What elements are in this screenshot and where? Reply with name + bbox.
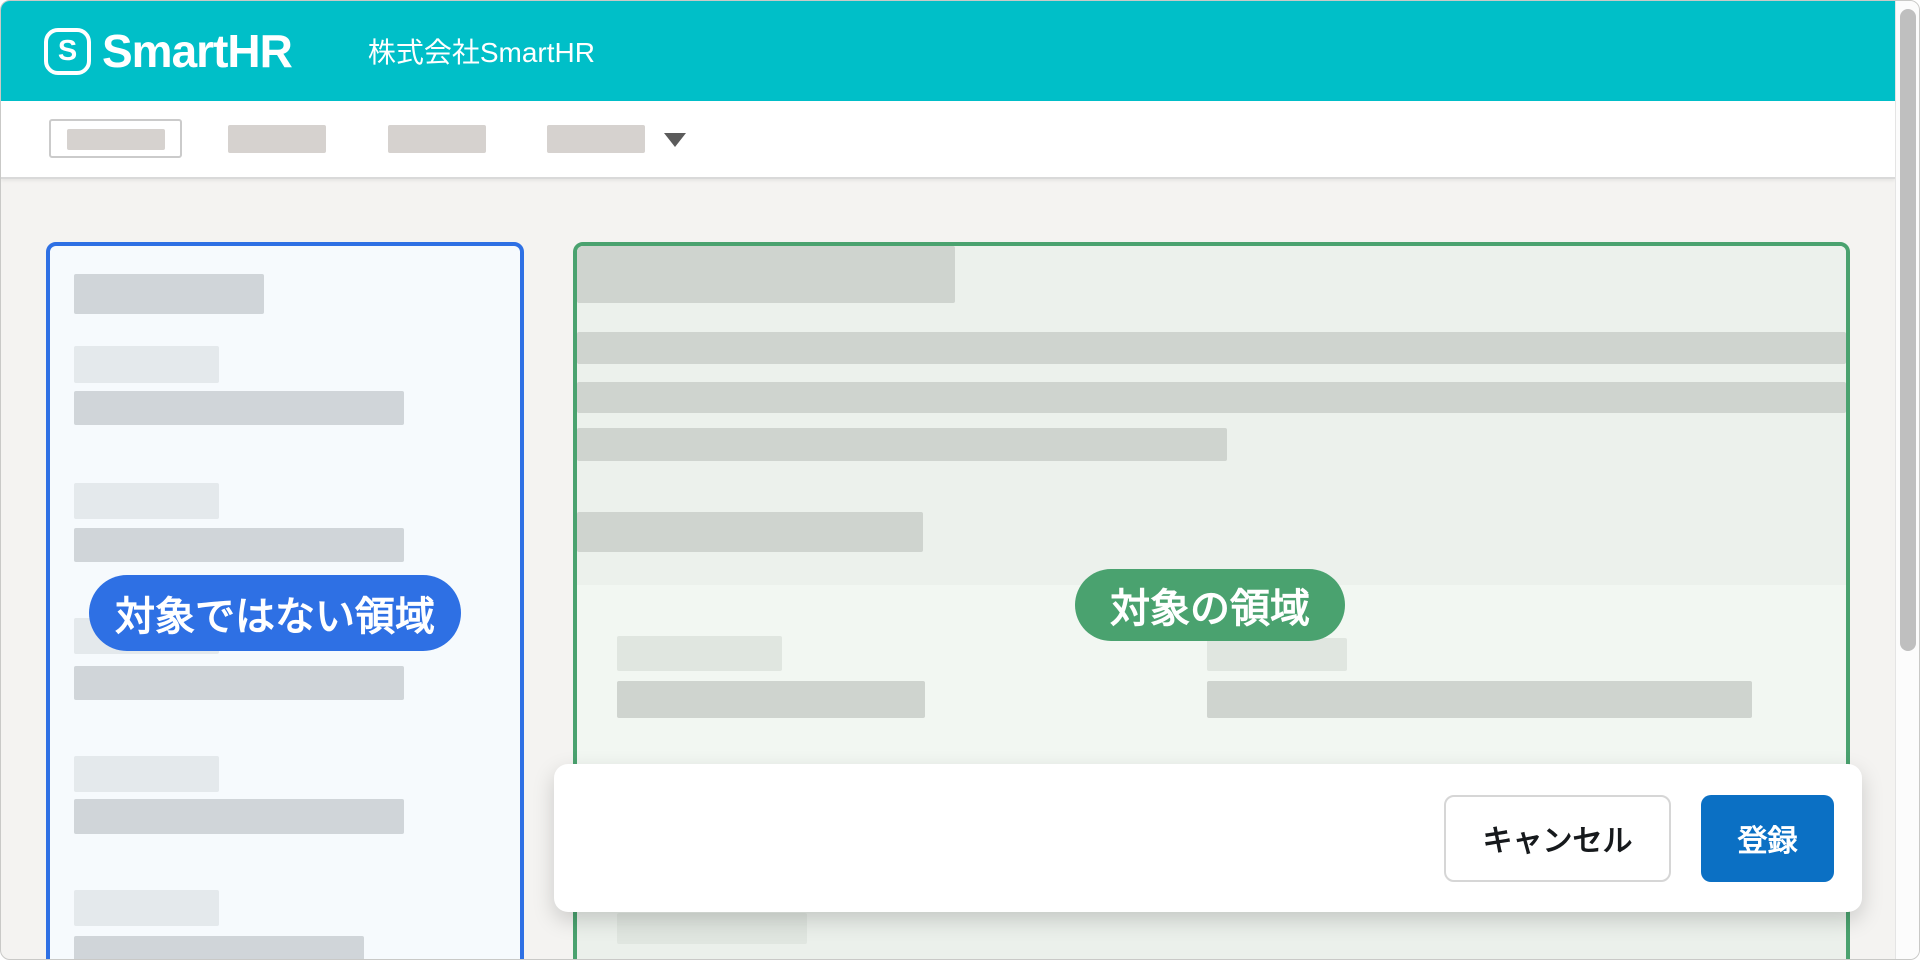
placeholder-title [74,274,264,314]
nav-tab-dropdown[interactable] [547,125,645,153]
placeholder-label [1207,638,1347,671]
smarthr-logo[interactable]: S SmartHR [44,24,292,78]
placeholder-label [617,913,807,944]
brand-name: SmartHR [102,24,292,78]
placeholder-label [74,890,219,926]
nav-tab-3[interactable] [388,125,486,153]
global-nav [1,101,1895,179]
placeholder-field [74,528,404,562]
tenant-name: 株式会社SmartHR [368,31,595,71]
placeholder-label [74,756,219,792]
scrollbar-thumb[interactable] [1900,9,1916,651]
placeholder-row [577,428,1227,461]
placeholder-title [577,246,955,303]
placeholder-field [74,391,404,425]
non-target-panel: 対象ではない領域 [46,242,524,960]
app-header: S SmartHR 株式会社SmartHR [1,1,1895,101]
browser-frame: S SmartHR 株式会社SmartHR 対象ではない領域 [0,0,1920,960]
cancel-button[interactable]: キャンセル [1444,795,1671,882]
logo-letter: S [58,35,77,68]
placeholder-field [1207,681,1752,718]
nav-tab-label-placeholder [67,129,165,150]
floating-action-bar: キャンセル 登録 [554,764,1862,912]
smarthr-s-icon: S [44,28,91,75]
target-panel-header-section [577,246,1846,585]
page-content: 対象ではない領域 対象の領域 キャンセル 登録 [1,181,1895,960]
placeholder-row [577,332,1846,364]
placeholder-label [617,636,782,671]
submit-button[interactable]: 登録 [1701,795,1834,882]
target-area-annotation: 対象の領域 [1075,569,1345,641]
placeholder-row [577,382,1846,413]
placeholder-label [74,483,219,519]
placeholder-field [74,666,404,700]
scrollbar-track[interactable] [1895,1,1920,960]
placeholder-label [74,346,219,383]
placeholder-field [74,799,404,834]
placeholder-field [74,936,364,960]
nav-tab-2[interactable] [228,125,326,153]
non-target-area-annotation: 対象ではない領域 [89,575,461,651]
caret-down-icon[interactable] [664,133,686,147]
placeholder-subtitle [577,512,923,552]
target-panel-footer-section [577,909,1846,960]
nav-tab-current[interactable] [49,119,182,158]
placeholder-field [617,681,925,718]
